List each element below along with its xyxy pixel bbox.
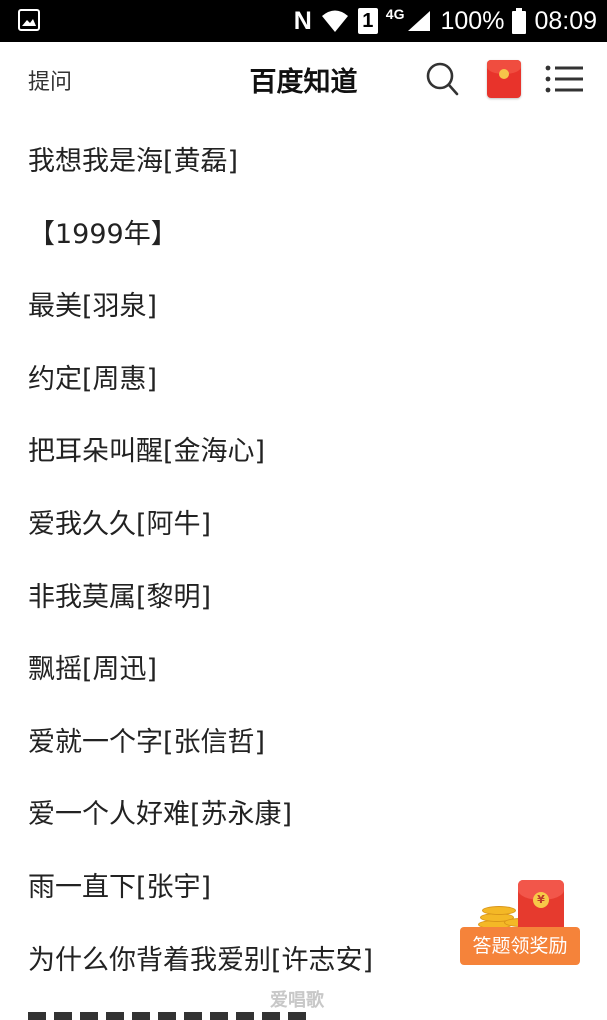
song-line: 非我莫属[黎明] (28, 581, 212, 613)
song-line: 爱就一个字[张信哲] (28, 726, 266, 758)
notification-letter: N (293, 6, 312, 35)
battery-icon (512, 8, 527, 34)
app-header: 提问 百度知道 (0, 42, 607, 116)
sim-slot: 1 (357, 8, 378, 34)
song-line: 爱我久久[阿牛] (28, 508, 212, 540)
red-envelope-icon: ¥ (518, 880, 564, 932)
red-envelope-coin (499, 69, 509, 79)
clock: 08:09 (534, 6, 597, 35)
answer-content: 我想我是海[黄磊] 【1999年】 最美[羽泉] 约定[周惠] 把耳朵叫醒[金海… (28, 126, 588, 997)
wifi-icon (321, 10, 348, 32)
watermark: 爱唱歌 (270, 990, 324, 1011)
image-icon (18, 9, 40, 31)
song-line: 约定[周惠] (28, 363, 158, 395)
song-line: 最美[羽泉] (28, 291, 158, 323)
song-line: 飘摇[周迅] (28, 654, 158, 686)
song-line: 爱一个人好难[苏永康] (28, 799, 293, 831)
search-icon[interactable] (425, 60, 459, 96)
song-line: 我想我是海[黄磊] (28, 146, 239, 177)
menu-icon[interactable] (545, 64, 583, 94)
reward-widget[interactable]: ¥ 答题领奖励 (460, 880, 580, 970)
year-heading: 【1999年】 (28, 218, 178, 250)
network-type: 4G (385, 6, 405, 22)
red-envelope-icon[interactable] (487, 60, 521, 98)
song-line: 把耳朵叫醒[金海心] (28, 436, 266, 468)
battery-percent: 100% (440, 6, 505, 35)
answer-reward-button[interactable]: 答题领奖励 (460, 927, 580, 965)
status-bar: N 1 4G 100% 08:09 (0, 0, 607, 42)
envelope-coin-symbol: ¥ (533, 892, 549, 908)
signal-icon (408, 11, 431, 31)
cutoff-line (28, 1012, 358, 1020)
